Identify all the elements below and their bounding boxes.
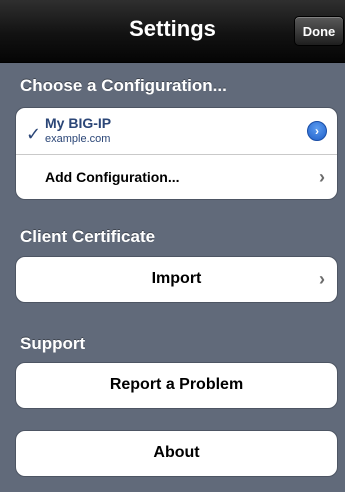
settings-screen: Settings Done Choose a Configuration... … — [0, 0, 345, 492]
detail-disclosure-icon[interactable]: › — [307, 121, 327, 141]
add-configuration-label: Add Configuration... — [45, 169, 180, 185]
checkmark-icon: ✓ — [26, 124, 42, 144]
configuration-group: ✓ My BIG-IP example.com › Add Configurat… — [15, 107, 338, 200]
report-problem-label: Report a Problem — [109, 376, 244, 393]
add-configuration-row[interactable]: Add Configuration... › — [16, 154, 337, 199]
navigation-bar: Settings Done — [0, 0, 345, 63]
report-problem-button[interactable]: Report a Problem — [16, 363, 337, 408]
configuration-name: My BIG-IP — [45, 115, 112, 131]
settings-content: Choose a Configuration... ✓ My BIG-IP ex… — [0, 63, 345, 492]
section-header-configuration: Choose a Configuration... — [20, 76, 227, 95]
section-header-certificate: Client Certificate — [20, 227, 156, 246]
configuration-host: example.com — [45, 133, 111, 145]
chevron-right-icon: › — [319, 167, 325, 187]
about-label: About — [153, 444, 200, 461]
configuration-row-my-big-ip[interactable]: ✓ My BIG-IP example.com › — [16, 108, 337, 154]
report-problem-group: Report a Problem — [15, 362, 338, 409]
import-group: Import › — [15, 256, 338, 303]
chevron-right-icon: › — [319, 269, 325, 289]
done-button[interactable]: Done — [294, 16, 344, 46]
about-group: About — [15, 430, 338, 477]
import-row[interactable]: Import › — [16, 257, 337, 302]
import-label: Import — [151, 270, 202, 287]
section-header-support: Support — [20, 334, 86, 353]
about-button[interactable]: About — [16, 431, 337, 476]
